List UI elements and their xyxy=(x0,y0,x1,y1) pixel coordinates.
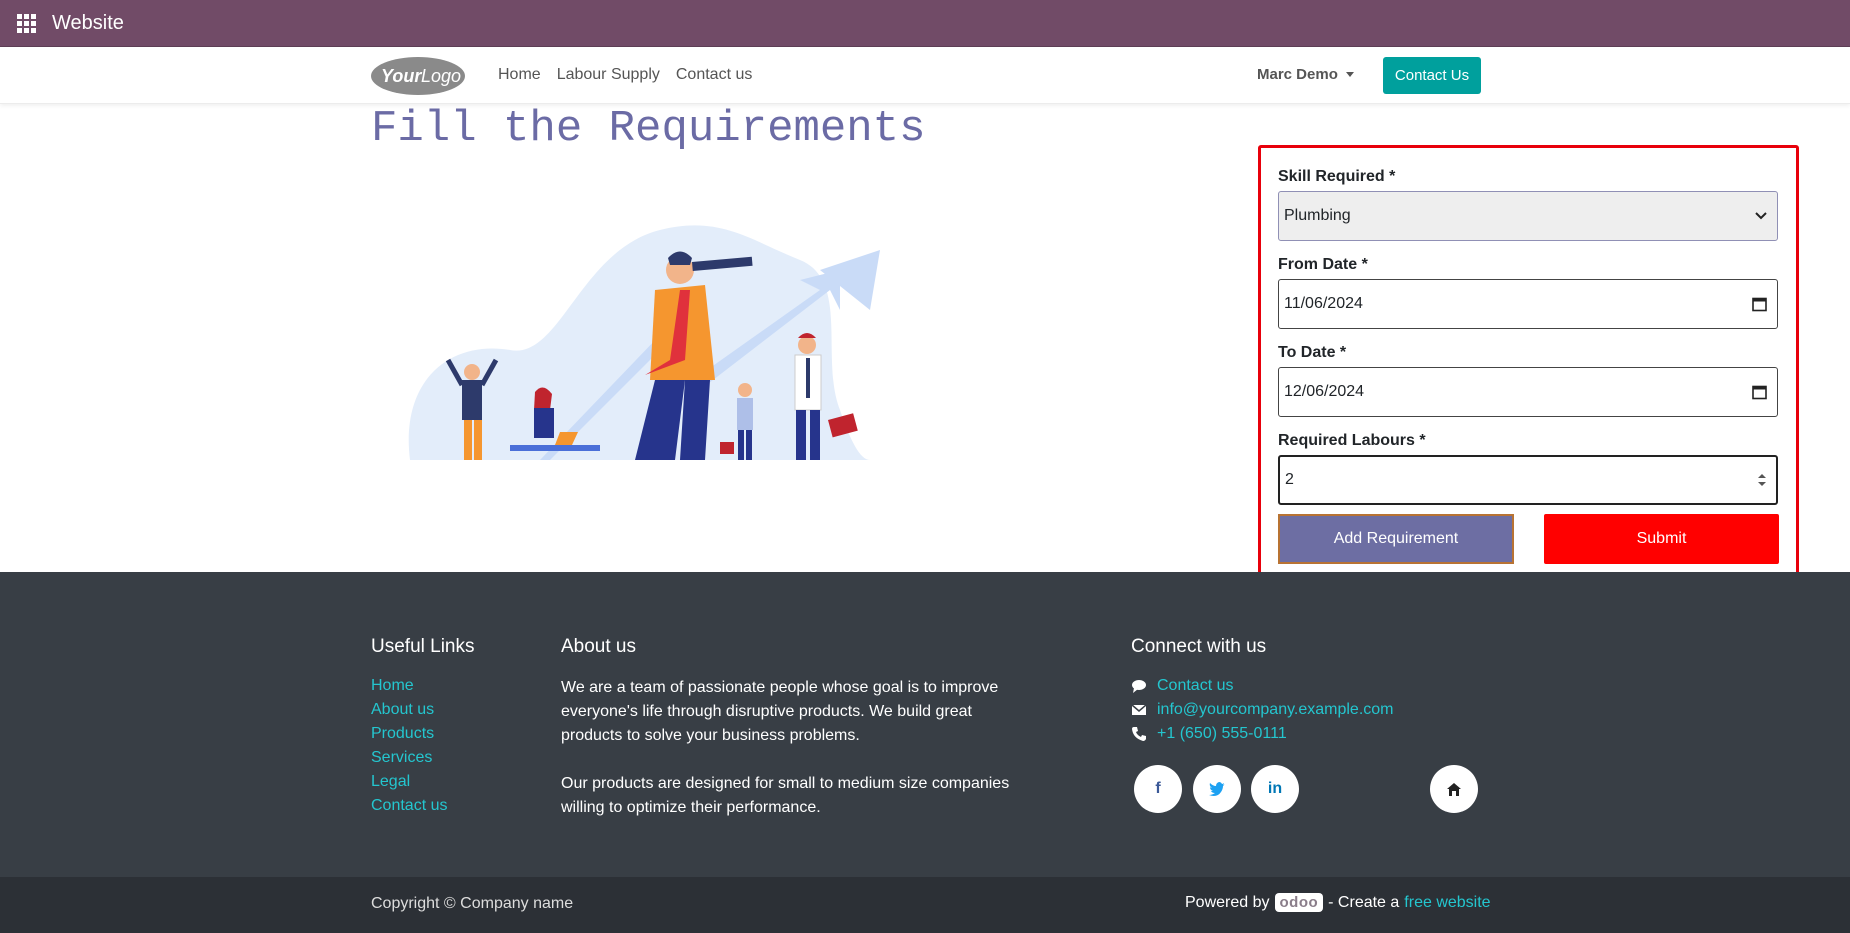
calendar-icon[interactable] xyxy=(1752,385,1767,400)
vision-illustration xyxy=(400,210,900,460)
powered-by-text: Powered by xyxy=(1185,893,1270,911)
copyright: Copyright © Company name xyxy=(371,895,574,912)
create-a-text: - Create a xyxy=(1328,893,1400,911)
connect-title: Connect with us xyxy=(1131,636,1267,657)
connect-list: Contact us info@yourcompany.example.com … xyxy=(1131,676,1394,743)
company-logo[interactable]: Your Logo xyxy=(371,56,466,96)
useful-links: Home About us Products Services Legal Co… xyxy=(371,676,447,815)
page-title: Fill the Requirements xyxy=(371,104,926,154)
from-date-value: 11/06/2024 xyxy=(1284,295,1363,312)
app-bar: Website xyxy=(0,0,1850,47)
linkedin-button[interactable]: in xyxy=(1251,765,1299,813)
chat-bubble-icon xyxy=(1132,679,1146,693)
odoo-logo[interactable]: odoo xyxy=(1274,893,1324,912)
footer-link-legal[interactable]: Legal xyxy=(371,772,447,791)
labours-value: 2 xyxy=(1285,471,1294,488)
caret-down-icon xyxy=(1345,72,1354,77)
free-website-link[interactable]: free website xyxy=(1404,894,1490,912)
facebook-icon: f xyxy=(1155,780,1161,797)
svg-text:Logo: Logo xyxy=(421,66,461,86)
add-requirement-button[interactable]: Add Requirement xyxy=(1278,514,1514,564)
skill-label: Skill Required * xyxy=(1278,168,1396,185)
envelope-icon xyxy=(1131,703,1147,715)
from-date-label: From Date * xyxy=(1278,256,1368,273)
apps-menu-button[interactable] xyxy=(0,0,52,47)
powered-by: Powered by odoo - Create a free website xyxy=(1185,893,1491,912)
connect-phone: +1 (650) 555-0111 xyxy=(1131,724,1394,743)
site-header: Your Logo Home Labour Supply Contact us … xyxy=(0,47,1850,104)
twitter-icon xyxy=(1209,782,1225,796)
nav-home[interactable]: Home xyxy=(498,66,541,84)
user-name: Marc Demo xyxy=(1257,66,1338,83)
home-button[interactable] xyxy=(1430,765,1478,813)
phone-icon xyxy=(1132,726,1146,741)
contact-us-link[interactable]: Contact us xyxy=(1157,676,1233,695)
footer: Useful Links Home About us Products Serv… xyxy=(0,572,1850,877)
nav-labour-supply[interactable]: Labour Supply xyxy=(557,66,660,84)
twitter-button[interactable] xyxy=(1193,765,1241,813)
grid-icon xyxy=(16,13,36,33)
footer-link-about[interactable]: About us xyxy=(371,700,447,719)
labours-input[interactable]: 2 xyxy=(1278,455,1778,505)
about-paragraph-1: We are a team of passionate people whose… xyxy=(561,679,999,744)
useful-links-title: Useful Links xyxy=(371,636,475,657)
skill-select[interactable]: Plumbing xyxy=(1278,191,1778,241)
app-title: Website xyxy=(52,11,124,34)
home-icon xyxy=(1447,782,1461,796)
from-date-input[interactable]: 11/06/2024 xyxy=(1278,279,1778,329)
email-link[interactable]: info@yourcompany.example.com xyxy=(1157,700,1394,719)
about-title: About us xyxy=(561,636,636,657)
calendar-icon[interactable] xyxy=(1752,297,1767,312)
to-date-label: To Date * xyxy=(1278,344,1347,361)
about-text: We are a team of passionate people whose… xyxy=(561,676,1021,820)
contact-us-button[interactable]: Contact Us xyxy=(1383,57,1481,94)
main-nav: Home Labour Supply Contact us xyxy=(498,66,752,84)
linkedin-icon: in xyxy=(1267,780,1283,797)
spinner-arrows-icon[interactable] xyxy=(1758,473,1766,487)
submit-button[interactable]: Submit xyxy=(1544,514,1779,564)
phone-link[interactable]: +1 (650) 555-0111 xyxy=(1157,724,1287,743)
labours-label: Required Labours * xyxy=(1278,432,1426,449)
svg-text:Your: Your xyxy=(381,66,422,86)
footer-link-services[interactable]: Services xyxy=(371,748,447,767)
requirement-form: Skill Required * Plumbing From Date * 11… xyxy=(1258,145,1799,578)
skill-value: Plumbing xyxy=(1284,207,1351,224)
footer-link-contact[interactable]: Contact us xyxy=(371,796,447,815)
footer-link-home[interactable]: Home xyxy=(371,676,447,695)
to-date-input[interactable]: 12/06/2024 xyxy=(1278,367,1778,417)
footer-link-products[interactable]: Products xyxy=(371,724,447,743)
connect-email: info@yourcompany.example.com xyxy=(1131,700,1394,719)
facebook-button[interactable]: f xyxy=(1134,765,1182,813)
nav-contact-us[interactable]: Contact us xyxy=(676,66,752,84)
chevron-down-icon xyxy=(1755,212,1767,220)
user-menu[interactable]: Marc Demo xyxy=(1257,66,1354,83)
subfooter: Copyright © Company name Powered by odoo… xyxy=(0,877,1850,933)
to-date-value: 12/06/2024 xyxy=(1284,383,1365,400)
about-paragraph-2: Our products are designed for small to m… xyxy=(561,775,1010,816)
connect-contact: Contact us xyxy=(1131,676,1394,695)
